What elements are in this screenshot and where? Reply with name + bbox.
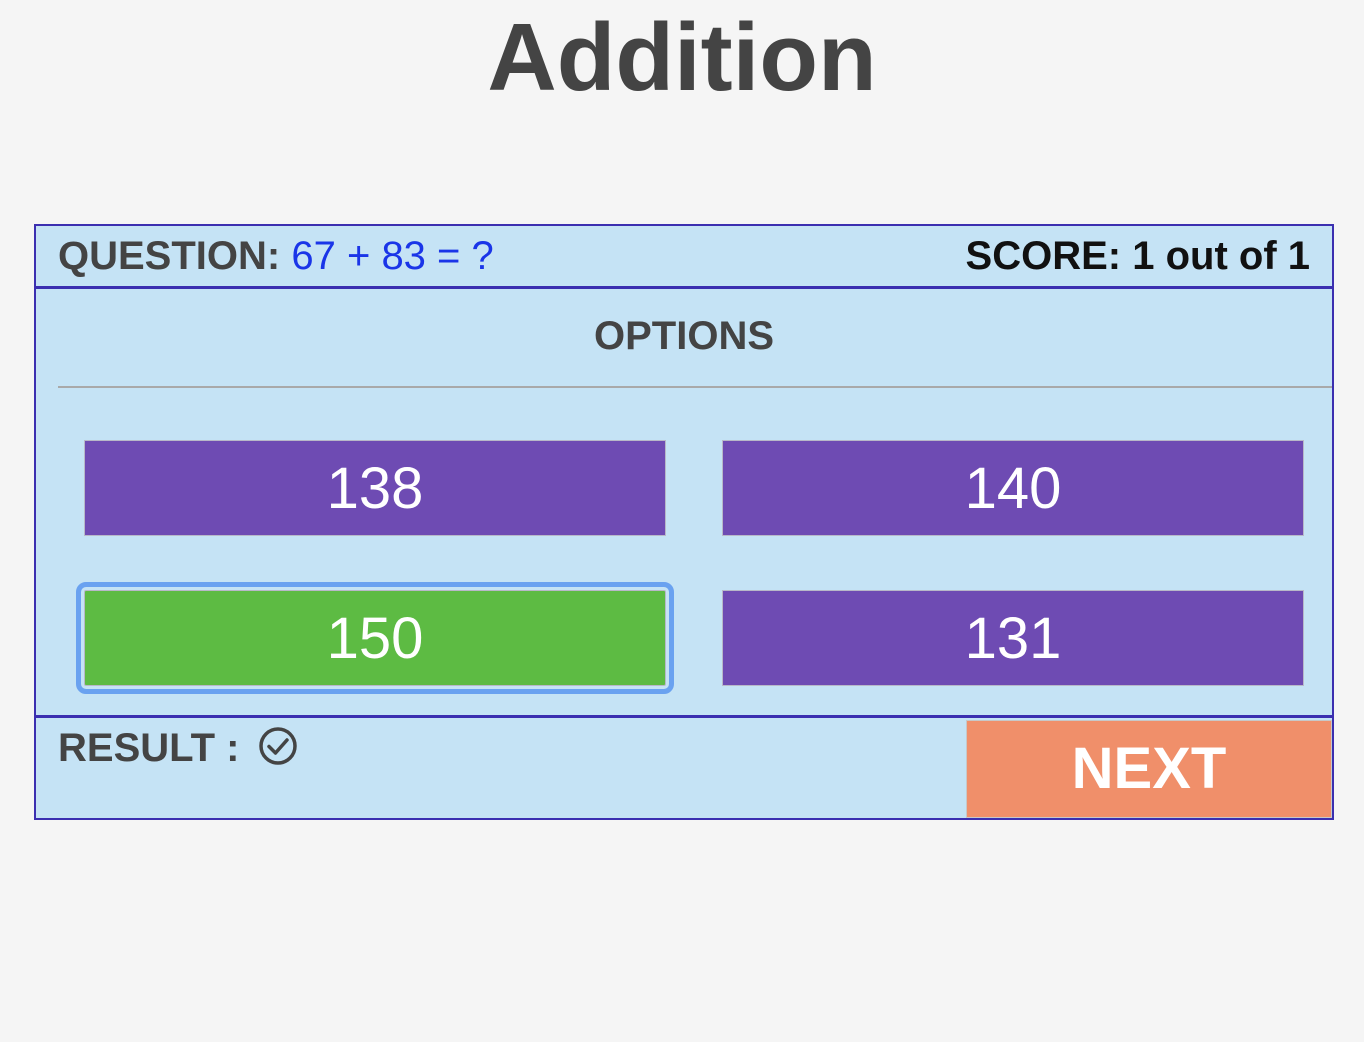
options-divider (58, 386, 1332, 388)
option-button-4[interactable]: 131 (722, 590, 1304, 686)
score-text: SCORE: 1 out of 1 (965, 234, 1310, 278)
check-circle-icon (259, 727, 297, 765)
question-label-row: QUESTION: 67 + 83 = ? (58, 234, 494, 278)
next-button[interactable]: NEXT (966, 720, 1332, 818)
option-button-2[interactable]: 140 (722, 440, 1304, 536)
option-button-3-correct[interactable]: 150 (76, 582, 674, 694)
result-footer: RESULT : NEXT (36, 715, 1332, 821)
question-label: QUESTION: (58, 234, 281, 278)
option-button-1[interactable]: 138 (84, 440, 666, 536)
question-header: QUESTION: 67 + 83 = ? SCORE: 1 out of 1 (36, 226, 1332, 289)
page-title: Addition (487, 4, 877, 111)
result-label: RESULT : (58, 726, 240, 770)
options-title: OPTIONS (593, 314, 775, 358)
question-text: 67 + 83 = ? (291, 234, 494, 278)
quiz-panel: QUESTION: 67 + 83 = ? SCORE: 1 out of 1 … (34, 224, 1334, 820)
